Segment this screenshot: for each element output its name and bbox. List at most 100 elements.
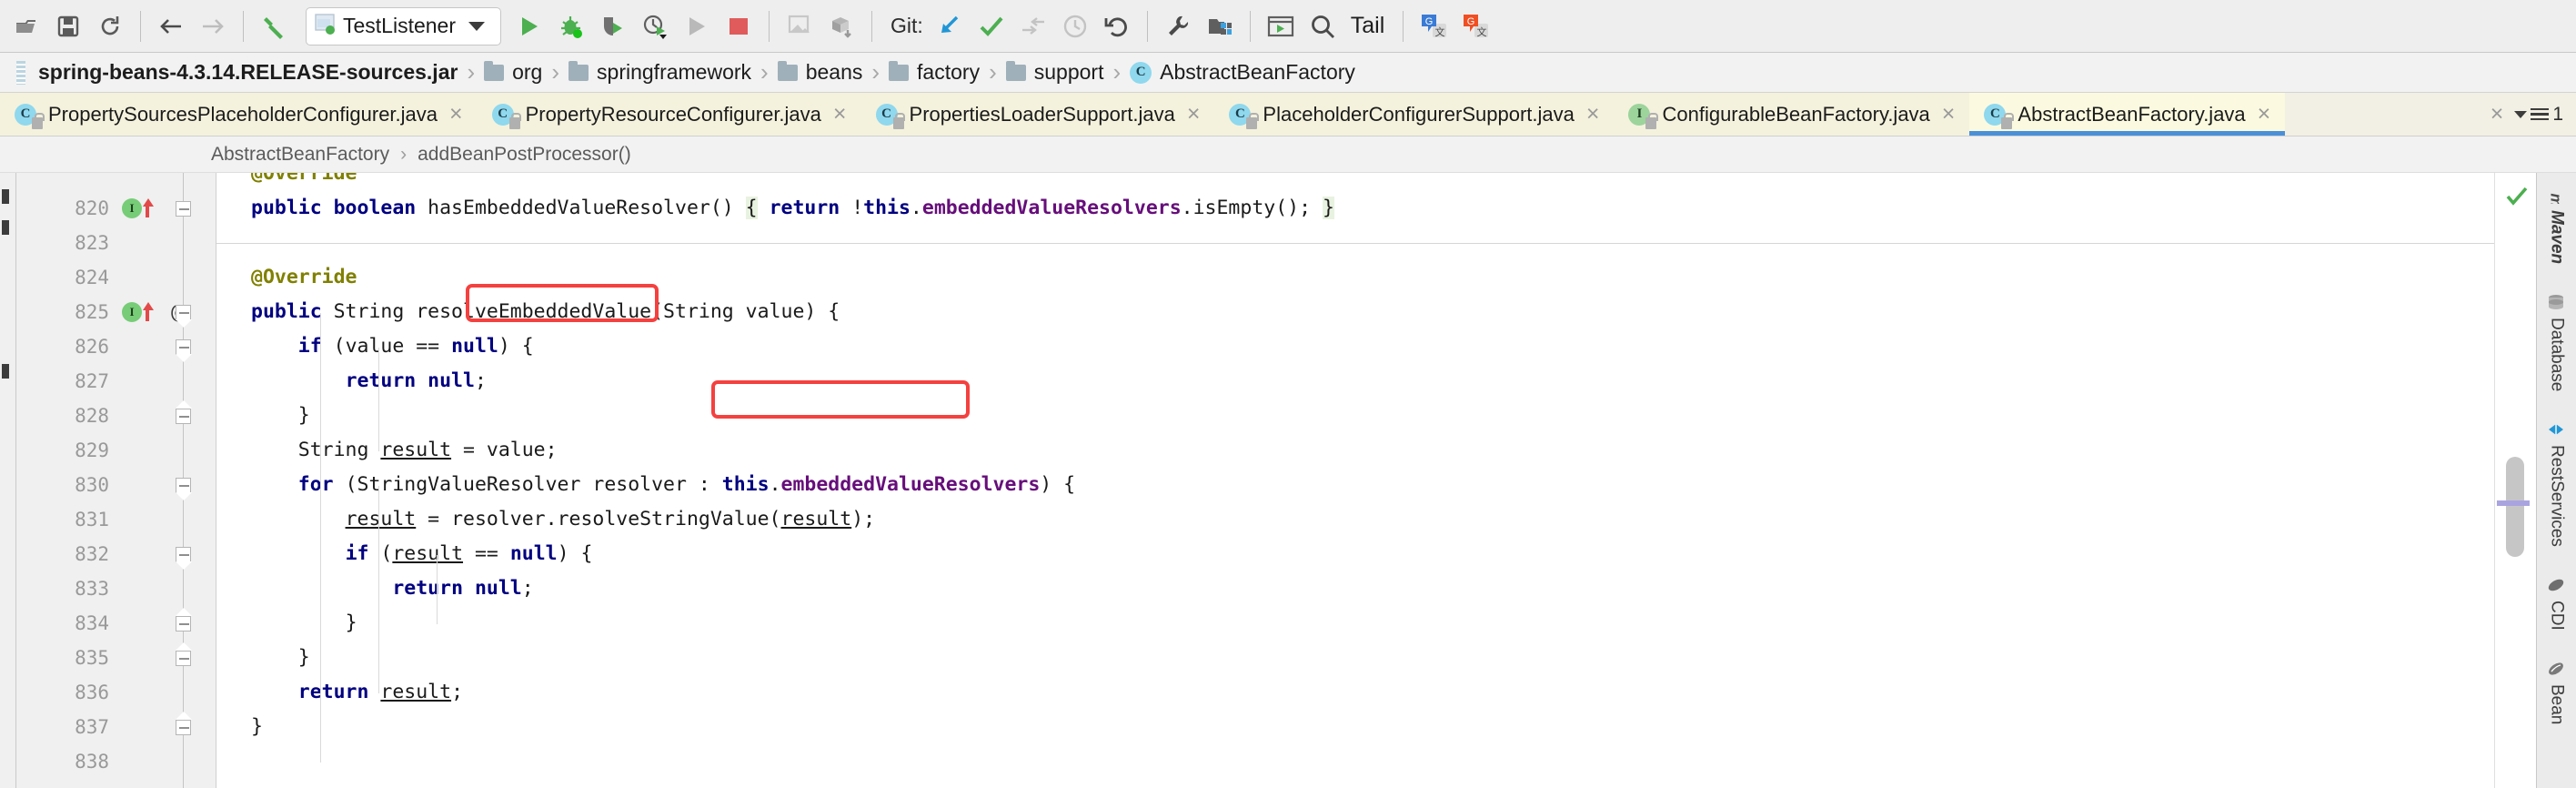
run-configuration-selector[interactable]: TestListener xyxy=(306,6,501,45)
run-with-coverage-button[interactable] xyxy=(592,5,634,47)
tab-configurable-bean-factory[interactable]: I ConfigurableBeanFactory.java × xyxy=(1614,93,1970,136)
close-icon[interactable]: × xyxy=(2256,103,2273,126)
code-line[interactable]: return result; xyxy=(216,675,463,710)
breadcrumb-item-class[interactable]: C AbstractBeanFactory xyxy=(1130,60,1355,85)
close-icon[interactable]: × xyxy=(831,103,849,126)
forward-arrow-icon[interactable] xyxy=(192,5,234,47)
search-icon[interactable] xyxy=(1302,5,1343,47)
close-icon[interactable]: × xyxy=(1585,103,1602,126)
code-line[interactable]: if (value == null) { xyxy=(216,329,534,364)
implementing-method-icon[interactable]: I xyxy=(122,302,142,322)
save-icon[interactable] xyxy=(47,5,89,47)
update-project-icon[interactable] xyxy=(929,5,971,47)
editor-scrollbar-thumb[interactable] xyxy=(2506,457,2524,557)
code-line[interactable] xyxy=(216,744,251,779)
push-icon[interactable] xyxy=(1012,5,1054,47)
code-line[interactable]: if (result == null) { xyxy=(216,537,593,571)
tab-property-sources-placeholder-configurer[interactable]: C PropertySourcesPlaceholderConfigurer.j… xyxy=(0,93,478,136)
line-number: 838 xyxy=(75,751,109,773)
tab-properties-loader-support[interactable]: C PropertiesLoaderSupport.java × xyxy=(860,93,1215,136)
settings-gear-icon[interactable] xyxy=(1157,5,1199,47)
rerun-button[interactable] xyxy=(676,5,718,47)
code-fold-toggle[interactable] xyxy=(176,305,192,328)
translate-reverse-icon[interactable]: G 文 xyxy=(1454,5,1496,47)
breadcrumb-item-beans[interactable]: beans xyxy=(777,60,862,85)
breadcrumb-item-springframework[interactable]: springframework xyxy=(569,60,751,85)
tail-button[interactable]: Tail xyxy=(1343,13,1394,39)
code-token: @Override xyxy=(251,266,357,288)
close-icon[interactable]: × xyxy=(1185,103,1202,126)
code-line[interactable]: for (StringValueResolver resolver : this… xyxy=(216,468,1075,502)
breadcrumb-item-factory[interactable]: factory xyxy=(889,60,980,85)
profile-button[interactable] xyxy=(634,5,676,47)
code-line[interactable]: public boolean hasEmbeddedValueResolver(… xyxy=(216,191,1334,226)
code-fold-toggle[interactable] xyxy=(176,339,192,363)
code-line[interactable]: return null; xyxy=(216,364,487,399)
rollback-icon[interactable] xyxy=(1096,5,1138,47)
run-button[interactable] xyxy=(508,5,550,47)
code-fold-toggle[interactable] xyxy=(176,607,192,631)
tool-window-maven[interactable]: m Maven xyxy=(2547,180,2567,269)
code-fold-toggle[interactable] xyxy=(176,201,191,217)
code-token: } xyxy=(251,715,263,738)
debug-button[interactable] xyxy=(550,5,592,47)
tool-window-bean[interactable]: Bean xyxy=(2547,654,2567,730)
code-line[interactable]: } xyxy=(216,399,310,433)
breadcrumb-item-org[interactable]: org xyxy=(484,60,542,85)
tab-placeholder-configurer-support[interactable]: C PlaceholderConfigurerSupport.java × xyxy=(1214,93,1615,136)
code-line[interactable]: result = resolver.resolveStringValue(res… xyxy=(216,502,876,537)
code-fold-toggle[interactable] xyxy=(176,399,192,424)
implementing-method-icon[interactable]: I xyxy=(122,198,142,218)
code-line[interactable]: @Override xyxy=(216,260,357,295)
run-window-icon[interactable] xyxy=(1260,5,1302,47)
code-line[interactable]: return null; xyxy=(216,571,533,606)
translate-icon[interactable]: G 文 xyxy=(1413,5,1454,47)
commit-check-icon[interactable] xyxy=(971,5,1012,47)
editor-gutter[interactable]: 820I823824825I@8268278288298308318328338… xyxy=(16,173,216,788)
update-folders-icon[interactable] xyxy=(779,5,820,47)
error-stripe[interactable] xyxy=(2494,173,2536,788)
gutter-line: 823 xyxy=(16,226,216,260)
indent-guide xyxy=(437,555,438,624)
indent-guide xyxy=(378,348,379,451)
chevron-down-icon[interactable] xyxy=(468,21,486,31)
tool-window-rest-services[interactable]: RestServices xyxy=(2547,415,2567,552)
code-fold-toggle[interactable] xyxy=(176,547,192,571)
build-artifacts-icon[interactable] xyxy=(820,5,862,47)
code-editor[interactable]: @Override public boolean hasEmbeddedValue… xyxy=(216,173,2494,788)
code-fold-toggle[interactable] xyxy=(176,478,192,501)
open-icon[interactable] xyxy=(5,5,47,47)
code-line[interactable]: } xyxy=(216,710,263,744)
code-fold-toggle[interactable] xyxy=(176,642,192,666)
back-arrow-icon[interactable] xyxy=(150,5,192,47)
project-structure-icon[interactable] xyxy=(1199,5,1241,47)
tab-list-dropdown[interactable]: 1 xyxy=(2514,104,2563,126)
code-line[interactable]: } xyxy=(216,641,310,675)
editor-breadcrumb-class[interactable]: AbstractBeanFactory xyxy=(211,144,389,166)
code-token: boolean xyxy=(333,197,428,219)
close-icon[interactable]: × xyxy=(448,103,465,126)
build-hammer-icon[interactable] xyxy=(253,5,295,47)
code-line[interactable]: @Override xyxy=(216,173,357,191)
gutter-line: 827 xyxy=(16,364,216,399)
class-icon: C xyxy=(1984,103,2014,129)
tool-window-database[interactable]: Database xyxy=(2547,288,2567,397)
history-clock-icon[interactable] xyxy=(1054,5,1096,47)
breadcrumb-item-jar[interactable]: spring-beans-4.3.14.RELEASE-sources.jar xyxy=(38,60,458,85)
class-icon: C xyxy=(875,103,906,129)
stripe-usage-marker[interactable] xyxy=(2497,500,2530,506)
code-line[interactable]: } xyxy=(216,606,357,641)
editor-breadcrumb-method[interactable]: addBeanPostProcessor() xyxy=(418,144,631,166)
sync-refresh-icon[interactable] xyxy=(89,5,131,47)
close-all-icon[interactable]: × xyxy=(2489,103,2506,126)
tab-abstract-bean-factory[interactable]: C AbstractBeanFactory.java × xyxy=(1969,93,2286,136)
tool-window-cdi[interactable]: CDI xyxy=(2547,571,2567,636)
code-token: String xyxy=(333,300,417,323)
breadcrumb-item-support[interactable]: support xyxy=(1005,60,1103,85)
code-line[interactable]: String result = value; xyxy=(216,433,558,468)
code-fold-toggle[interactable] xyxy=(176,711,192,735)
stop-button[interactable] xyxy=(718,5,760,47)
code-line[interactable]: public String resolveEmbeddedValue(Strin… xyxy=(216,295,840,329)
tab-property-resource-configurer[interactable]: C PropertyResourceConfigurer.java × xyxy=(477,93,861,136)
close-icon[interactable]: × xyxy=(1940,103,1957,126)
